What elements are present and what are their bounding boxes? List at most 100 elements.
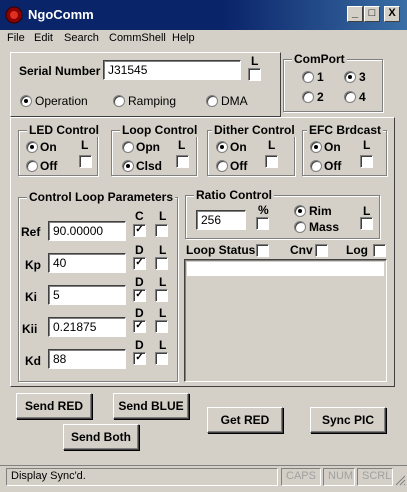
sync-pic-button[interactable]: Sync PIC — [310, 407, 386, 433]
menu-help[interactable]: Help — [172, 32, 195, 44]
kp-d-header: D — [135, 243, 144, 257]
ratio-mass-radio[interactable] — [294, 221, 306, 233]
num-indicator: NUM — [323, 468, 355, 486]
loop-l-label: L — [178, 138, 186, 152]
ramping-label: Ramping — [128, 94, 177, 108]
menu-bar — [0, 30, 407, 48]
dither-l-checkbox[interactable] — [265, 155, 278, 168]
param-kii-d-checkbox[interactable]: ✓ — [133, 320, 146, 333]
control-loop-title: Control Loop Parameters — [27, 190, 176, 204]
ramping-radio[interactable] — [113, 95, 125, 107]
led-off-radio[interactable] — [26, 160, 38, 172]
param-ki-label: Ki — [25, 290, 37, 304]
param-ref-input[interactable] — [48, 221, 126, 241]
ratio-mass-label: Mass — [309, 220, 340, 234]
param-ki-d-checkbox[interactable]: ✓ — [133, 289, 146, 302]
loop-clsd-label: Clsd — [136, 159, 163, 173]
param-kii-input[interactable] — [48, 317, 126, 337]
dither-on-radio[interactable] — [216, 141, 228, 153]
param-ki-l-checkbox[interactable] — [155, 289, 168, 302]
ki-d-header: D — [135, 275, 144, 289]
comport-title: ComPort — [292, 52, 347, 66]
maximize-button[interactable]: □ — [364, 6, 380, 22]
param-ref-l-checkbox[interactable] — [155, 224, 168, 237]
efc-off-radio[interactable] — [310, 160, 322, 172]
efc-on-label: On — [324, 140, 341, 154]
loop-status-list[interactable] — [184, 259, 387, 382]
close-button[interactable]: X — [384, 6, 400, 22]
param-kp-input[interactable] — [48, 253, 126, 273]
menu-commshell[interactable]: CommShell — [109, 32, 166, 44]
param-ref-c-checkbox[interactable]: ✓ — [133, 224, 146, 237]
operation-label: Operation — [35, 94, 88, 108]
loop-opn-radio[interactable] — [122, 141, 134, 153]
serial-l-checkbox[interactable] — [248, 68, 261, 81]
ratio-l-checkbox[interactable] — [360, 217, 373, 230]
dma-radio[interactable] — [206, 95, 218, 107]
param-kp-l-checkbox[interactable] — [155, 257, 168, 270]
param-kd-l-checkbox[interactable] — [155, 352, 168, 365]
ratio-input[interactable] — [196, 210, 246, 230]
ki-l-header: L — [159, 275, 167, 289]
cnv-checkbox[interactable] — [315, 244, 328, 257]
led-on-radio[interactable] — [26, 141, 38, 153]
param-kd-label: Kd — [25, 354, 41, 368]
dither-l-label: L — [268, 138, 276, 152]
param-kd-input[interactable] — [48, 349, 126, 369]
comport-1-label: 1 — [317, 70, 324, 84]
menu-search[interactable]: Search — [64, 32, 99, 44]
param-ki-input[interactable] — [48, 285, 126, 305]
operation-radio[interactable] — [20, 95, 32, 107]
app-icon[interactable] — [5, 6, 23, 24]
send-blue-button[interactable]: Send BLUE — [113, 393, 189, 419]
param-kd-d-checkbox[interactable]: ✓ — [133, 352, 146, 365]
efc-l-checkbox[interactable] — [360, 155, 373, 168]
log-checkbox[interactable] — [373, 244, 386, 257]
comport-1-radio[interactable] — [302, 71, 314, 83]
loop-status-list-row[interactable] — [187, 262, 384, 276]
kii-l-header: L — [159, 306, 167, 320]
led-off-label: Off — [40, 159, 58, 173]
dither-on-label: On — [230, 140, 247, 154]
ref-l-header: L — [159, 209, 167, 223]
led-l-label: L — [81, 138, 89, 152]
get-red-button[interactable]: Get RED — [207, 407, 283, 433]
menu-file[interactable]: File — [7, 32, 25, 44]
ratio-l-label: L — [363, 204, 371, 218]
led-l-checkbox[interactable] — [79, 155, 92, 168]
serial-number-input[interactable] — [103, 60, 241, 80]
loop-clsd-radio[interactable] — [122, 160, 134, 172]
serial-l-label: L — [251, 54, 259, 68]
menu-edit[interactable]: Edit — [34, 32, 53, 44]
minimize-button[interactable]: _ — [347, 6, 363, 22]
dither-off-radio[interactable] — [216, 160, 228, 172]
comport-3-label: 3 — [359, 70, 366, 84]
comport-2-radio[interactable] — [302, 91, 314, 103]
efc-on-radio[interactable] — [310, 141, 322, 153]
scrl-indicator: SCRL — [357, 468, 393, 486]
loop-status-checkbox[interactable] — [256, 244, 269, 257]
dither-off-label: Off — [230, 159, 248, 173]
led-control-title: LED Control — [27, 123, 101, 137]
efc-brdcast-title: EFC Brdcast — [307, 123, 384, 137]
comport-4-radio[interactable] — [344, 91, 356, 103]
window-title: NgoComm — [28, 7, 94, 22]
cnv-label: Cnv — [290, 243, 313, 257]
caps-indicator: CAPS — [281, 468, 321, 486]
ref-c-header: C — [135, 209, 144, 223]
loop-l-checkbox[interactable] — [176, 155, 189, 168]
ratio-rim-radio[interactable] — [294, 205, 306, 217]
send-both-button[interactable]: Send Both — [63, 424, 139, 450]
efc-l-label: L — [363, 138, 371, 152]
ratio-rim-label: Rim — [309, 204, 332, 218]
kd-d-header: D — [135, 338, 144, 352]
serial-number-label: Serial Number — [19, 64, 101, 78]
param-kp-d-checkbox[interactable]: ✓ — [133, 257, 146, 270]
ratio-percent-checkbox[interactable] — [256, 217, 269, 230]
send-red-button[interactable]: Send RED — [16, 393, 92, 419]
dither-control-title: Dither Control — [212, 123, 297, 137]
param-kii-l-checkbox[interactable] — [155, 320, 168, 333]
comport-3-radio[interactable] — [344, 71, 356, 83]
param-ref-label: Ref — [21, 225, 41, 239]
resize-grip-icon[interactable] — [394, 474, 406, 486]
